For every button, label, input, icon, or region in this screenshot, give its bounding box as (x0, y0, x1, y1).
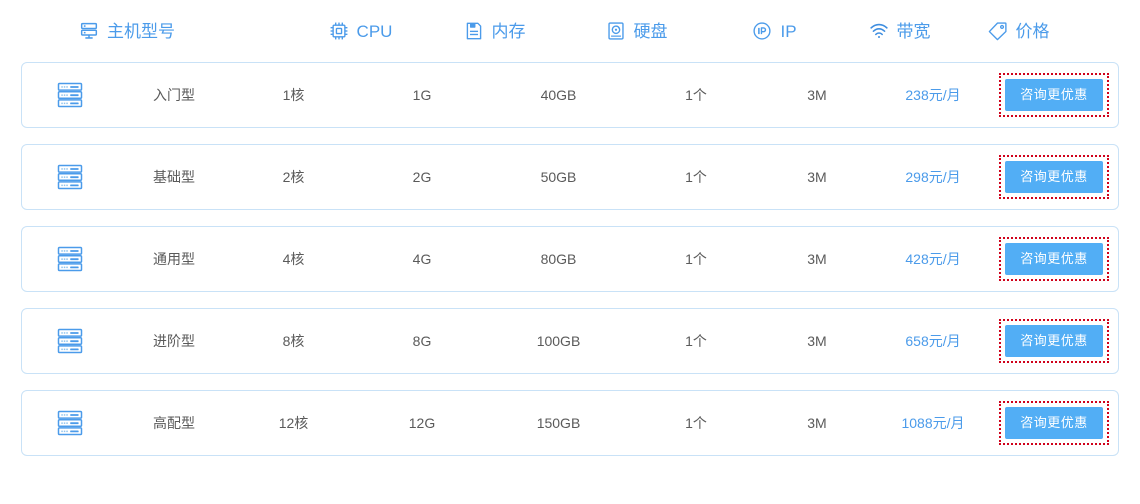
server-stack-icon (55, 80, 85, 110)
row-server-icon-cell (22, 244, 118, 274)
column-header-disk: 硬盘 (564, 20, 708, 42)
server-stack-icon (55, 244, 85, 274)
table-header-row: 主机型号 CPU 内存 硬盘 IP 带宽 价格 (0, 0, 1140, 62)
hard-disk-icon (605, 20, 627, 42)
cell-cpu: 8核 (282, 333, 305, 349)
row-server-icon-cell (22, 408, 118, 438)
cell-bandwidth: 3M (807, 251, 827, 267)
wifi-signal-icon (868, 20, 890, 42)
cell-bandwidth: 3M (807, 87, 827, 103)
consult-button-wrapper: 咨询更优惠 (999, 401, 1109, 445)
consult-button-wrapper: 咨询更优惠 (999, 73, 1109, 117)
cell-model: 进阶型 (153, 333, 195, 349)
server-stack-icon (55, 162, 85, 192)
row-server-icon-cell (22, 326, 118, 356)
cell-price: 238元/月 (905, 87, 961, 103)
consult-button-wrapper: 咨询更优惠 (999, 319, 1109, 363)
cell-memory: 2G (412, 169, 432, 185)
cpu-chip-icon (328, 20, 350, 42)
consult-discount-button[interactable]: 咨询更优惠 (1005, 243, 1103, 275)
table-row[interactable]: 通用型 4核 4G 80GB 1个 3M 428元/月 咨询更优惠 (21, 226, 1119, 292)
cell-ip: 1个 (685, 251, 707, 267)
table-row[interactable]: 入门型 1核 1G 40GB 1个 3M 238元/月 咨询更优惠 (21, 62, 1119, 128)
cell-memory: 12G (408, 415, 436, 431)
cell-memory: 1G (412, 87, 432, 103)
cell-ip: 1个 (685, 169, 707, 185)
column-header-price: 价格 (958, 20, 1078, 42)
column-header-memory-label: 内存 (491, 21, 526, 41)
consult-button-wrapper: 咨询更优惠 (999, 155, 1109, 199)
column-header-ip-label: IP (780, 21, 797, 41)
row-server-icon-cell (22, 162, 118, 192)
cell-disk: 50GB (540, 169, 577, 185)
column-header-model: 主机型号 (42, 20, 296, 42)
consult-button-wrapper: 咨询更优惠 (999, 237, 1109, 281)
plan-row-list: 入门型 1核 1G 40GB 1个 3M 238元/月 咨询更优惠 基础型 2核… (0, 62, 1140, 456)
cell-bandwidth: 3M (807, 415, 827, 431)
consult-discount-button[interactable]: 咨询更优惠 (1005, 407, 1103, 439)
cell-action: 咨询更优惠 (994, 155, 1118, 199)
cell-action: 咨询更优惠 (994, 73, 1118, 117)
cell-model: 入门型 (153, 87, 195, 103)
cell-price: 298元/月 (905, 169, 961, 185)
price-tag-icon (987, 20, 1009, 42)
column-header-price-label: 价格 (1015, 21, 1050, 41)
consult-discount-button[interactable]: 咨询更优惠 (1005, 79, 1103, 111)
cell-disk: 150GB (536, 415, 581, 431)
cell-action: 咨询更优惠 (994, 401, 1118, 445)
cell-price: 428元/月 (905, 251, 961, 267)
column-header-cpu: CPU (296, 20, 424, 42)
cell-model: 通用型 (153, 251, 195, 267)
column-header-memory: 内存 (424, 20, 564, 42)
memory-card-icon (463, 20, 485, 42)
column-header-disk-label: 硬盘 (633, 21, 668, 41)
cell-price: 1088元/月 (901, 415, 965, 431)
column-header-ip: IP (708, 20, 840, 42)
cell-ip: 1个 (685, 87, 707, 103)
table-row[interactable]: 基础型 2核 2G 50GB 1个 3M 298元/月 咨询更优惠 (21, 144, 1119, 210)
table-row[interactable]: 高配型 12核 12G 150GB 1个 3M 1088元/月 咨询更优惠 (21, 390, 1119, 456)
cell-disk: 40GB (540, 87, 577, 103)
cell-cpu: 4核 (282, 251, 305, 267)
server-pricing-table: 主机型号 CPU 内存 硬盘 IP 带宽 价格 入门型 1核 1G 40GB 1… (0, 0, 1140, 504)
cell-cpu: 12核 (278, 415, 309, 431)
cell-ip: 1个 (685, 415, 707, 431)
row-server-icon-cell (22, 80, 118, 110)
server-stack-icon (55, 408, 85, 438)
cell-bandwidth: 3M (807, 333, 827, 349)
column-header-model-label: 主机型号 (107, 21, 175, 41)
column-header-bandwidth: 带宽 (840, 20, 958, 42)
cell-model: 基础型 (153, 169, 195, 185)
cell-model: 高配型 (153, 415, 195, 431)
server-stack-icon (55, 326, 85, 356)
cell-cpu: 1核 (282, 87, 305, 103)
ip-circle-icon (751, 20, 773, 42)
cell-memory: 8G (412, 333, 432, 349)
consult-discount-button[interactable]: 咨询更优惠 (1005, 325, 1103, 357)
cell-memory: 4G (412, 251, 432, 267)
cell-action: 咨询更优惠 (994, 237, 1118, 281)
cell-cpu: 2核 (282, 169, 305, 185)
table-row[interactable]: 进阶型 8核 8G 100GB 1个 3M 658元/月 咨询更优惠 (21, 308, 1119, 374)
server-rack-icon (78, 20, 100, 42)
consult-discount-button[interactable]: 咨询更优惠 (1005, 161, 1103, 193)
cell-action: 咨询更优惠 (994, 319, 1118, 363)
cell-disk: 80GB (540, 251, 577, 267)
cell-bandwidth: 3M (807, 169, 827, 185)
column-header-cpu-label: CPU (356, 21, 393, 41)
column-header-bandwidth-label: 带宽 (896, 21, 931, 41)
cell-price: 658元/月 (905, 333, 961, 349)
cell-ip: 1个 (685, 333, 707, 349)
cell-disk: 100GB (536, 333, 581, 349)
